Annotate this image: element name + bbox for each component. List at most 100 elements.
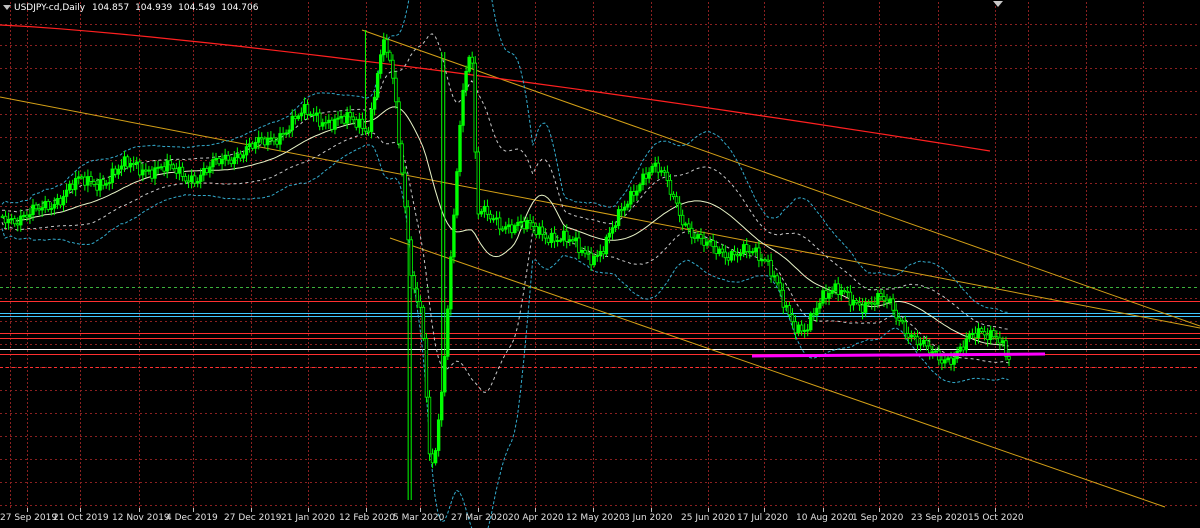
moving-average-long: [0, 24, 991, 152]
candle-body: [863, 302, 868, 313]
triangle-down-icon[interactable]: [3, 5, 11, 10]
candle-body: [61, 196, 66, 206]
candle-body: [818, 302, 822, 309]
candle-body: [415, 288, 419, 302]
candle-body: [275, 140, 279, 145]
candle-body: [842, 289, 846, 292]
candle-body: [775, 275, 779, 284]
candle-body: [83, 176, 87, 186]
candle-body: [177, 166, 182, 174]
candle-body: [223, 155, 227, 160]
candle-body: [860, 304, 865, 313]
candle-body: [443, 355, 447, 393]
candle-body: [171, 164, 175, 170]
candle-body: [870, 302, 874, 305]
candle-body: [699, 234, 703, 239]
triangle-down-icon[interactable]: [993, 1, 1003, 7]
candle-body: [973, 332, 978, 339]
candle-body: [671, 193, 676, 198]
candle-body: [433, 450, 438, 464]
candle-body: [635, 190, 639, 196]
candle-body: [824, 290, 828, 299]
candle-body: [586, 252, 590, 255]
candle-body: [296, 115, 301, 120]
candle-body: [37, 208, 41, 211]
candle-body: [888, 298, 892, 303]
candle-body: [125, 156, 130, 168]
candle-body: [49, 207, 53, 210]
candle-body: [665, 171, 670, 181]
candle-body: [982, 331, 987, 336]
candle-body: [885, 299, 889, 303]
candle-body: [949, 357, 953, 365]
candle-body: [232, 157, 236, 165]
candle-body: [571, 239, 575, 242]
candle-body: [28, 214, 32, 218]
candle-body: [214, 158, 218, 161]
candle-body: [525, 220, 529, 230]
candle-body: [345, 112, 349, 124]
candle-body: [272, 137, 276, 142]
x-tick-label: 25 Jun 2020: [681, 513, 736, 523]
candle-body: [610, 227, 615, 234]
candle-body: [583, 250, 587, 254]
candle-body: [659, 170, 663, 173]
candle-body: [833, 283, 837, 291]
candle-body: [995, 336, 999, 339]
candle-body: [702, 237, 706, 246]
candle-body: [921, 339, 926, 345]
candle-body: [263, 138, 267, 146]
candle-body: [714, 246, 718, 254]
candle-body: [647, 171, 651, 179]
candle-body: [482, 205, 487, 212]
candle-body: [238, 153, 243, 159]
candle-body: [693, 236, 697, 239]
candle-body: [470, 56, 474, 64]
candle-body: [138, 161, 142, 176]
candle-body: [543, 233, 548, 239]
candle-body: [540, 226, 545, 235]
candle-body: [854, 300, 859, 304]
x-tick-label: 27 Mar 2020: [451, 513, 509, 523]
candle-body: [98, 179, 102, 191]
x-tick-label: 12 May 2020: [566, 513, 625, 523]
candle-body: [821, 290, 825, 304]
chart-window[interactable]: USDJPY-cd,Daily 104.857 104.939 104.549 …: [0, 0, 1200, 528]
candle-body: [845, 290, 850, 293]
candle-body: [629, 191, 633, 205]
candle-body: [720, 248, 724, 253]
candle-body: [183, 175, 188, 182]
candle-body: [604, 236, 609, 255]
candle-body: [970, 332, 975, 335]
candle-body: [427, 396, 432, 455]
candle-body: [119, 165, 124, 170]
band-outer-upper: [1, 0, 1009, 313]
candle-body: [928, 345, 932, 354]
candle-body: [934, 350, 938, 353]
candle-body: [189, 175, 194, 183]
candle-body: [488, 213, 493, 220]
candle-body: [976, 328, 981, 339]
candle-body: [781, 289, 785, 308]
candle-body: [43, 201, 47, 209]
candle-body: [247, 143, 252, 148]
candle-body: [446, 308, 450, 357]
candle-body: [534, 226, 538, 235]
x-axis: 27 Sep 2019 21 Oct 2019 12 Nov 2019 4 Dec 2…: [0, 509, 1200, 528]
candle-body: [256, 137, 261, 143]
candle-body: [650, 165, 654, 173]
candle-body: [244, 146, 249, 156]
x-tick-label: 5 Mar 2020: [393, 513, 445, 523]
candle-body: [31, 204, 35, 215]
candle-body: [375, 73, 380, 98]
candle-body: [677, 202, 682, 216]
candle-body: [199, 174, 203, 182]
price-chart[interactable]: [0, 0, 1200, 528]
candle-body: [174, 168, 179, 174]
candle-body: [909, 334, 914, 338]
candle-body: [6, 219, 11, 224]
candle-body: [360, 118, 365, 129]
candle-body: [287, 129, 291, 134]
candle-body: [281, 133, 285, 136]
candle-body: [354, 119, 358, 128]
